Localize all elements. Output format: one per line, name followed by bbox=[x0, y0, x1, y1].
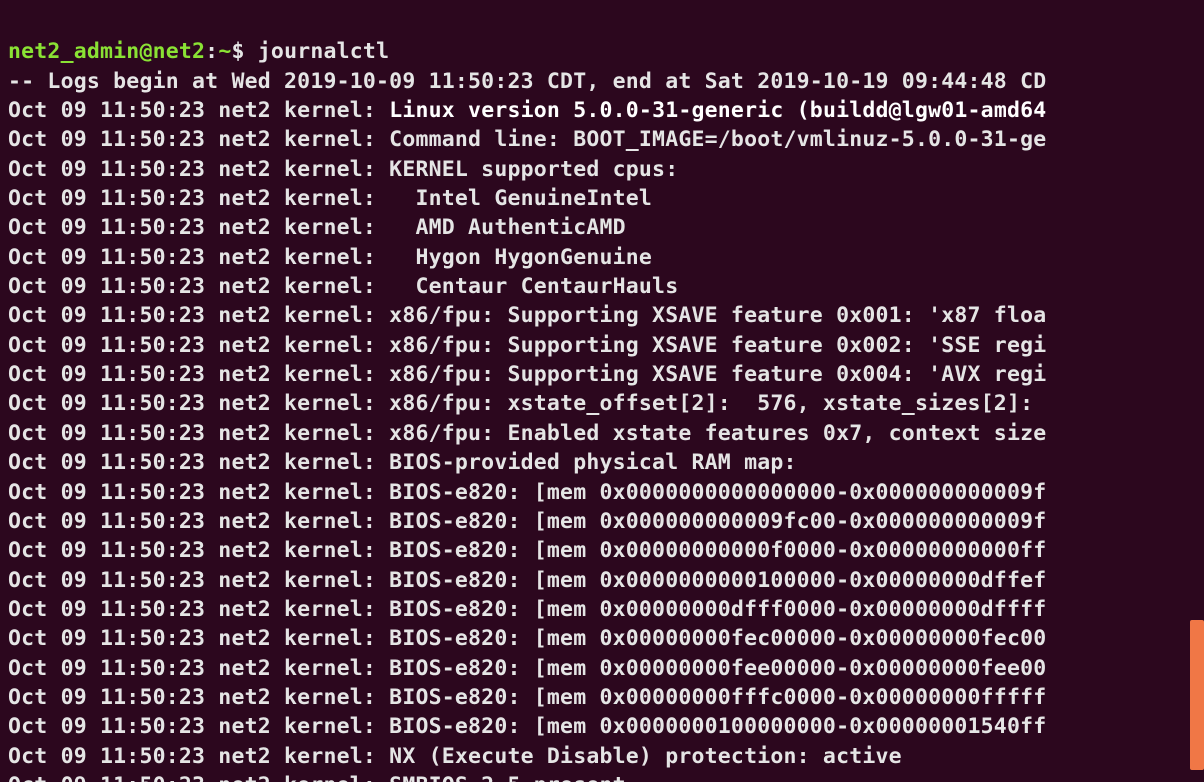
prompt-line: net2_admin@net2:~$ journalctl bbox=[8, 39, 389, 64]
log-line: Oct 09 11:50:23 net2 kernel: BIOS-e820: … bbox=[8, 509, 1046, 534]
prompt-separator: : bbox=[205, 39, 218, 64]
log-line: Oct 09 11:50:23 net2 kernel: BIOS-e820: … bbox=[8, 538, 1046, 563]
log-line: Oct 09 11:50:23 net2 kernel: Command lin… bbox=[8, 127, 1046, 152]
log-line: Oct 09 11:50:23 net2 kernel: BIOS-e820: … bbox=[8, 714, 1046, 739]
log-line: Oct 09 11:50:23 net2 kernel: x86/fpu: En… bbox=[8, 421, 1046, 446]
log-line: Oct 09 11:50:23 net2 kernel: BIOS-e820: … bbox=[8, 597, 1046, 622]
log-line: Oct 09 11:50:23 net2 kernel: Intel Genui… bbox=[8, 186, 652, 211]
log-line: Oct 09 11:50:23 net2 kernel: Hygon Hygon… bbox=[8, 245, 652, 270]
log-prefix: Oct 09 11:50:23 net2 kernel: bbox=[8, 98, 389, 123]
log-line: Oct 09 11:50:23 net2 kernel: x86/fpu: Su… bbox=[8, 333, 1046, 358]
scrollbar-track[interactable] bbox=[1190, 0, 1204, 782]
prompt-user-host: net2_admin@net2 bbox=[8, 39, 205, 64]
log-line: Oct 09 11:50:23 net2 kernel: BIOS-e820: … bbox=[8, 626, 1046, 651]
log-line: Oct 09 11:50:23 net2 kernel: x86/fpu: Su… bbox=[8, 303, 1046, 328]
log-line: Oct 09 11:50:23 net2 kernel: BIOS-e820: … bbox=[8, 480, 1046, 505]
log-line: Oct 09 11:50:23 net2 kernel: x86/fpu: xs… bbox=[8, 391, 1033, 416]
log-line: Oct 09 11:50:23 net2 kernel: Centaur Cen… bbox=[8, 274, 678, 299]
command-text: journalctl bbox=[258, 39, 389, 64]
log-line: Oct 09 11:50:23 net2 kernel: BIOS-provid… bbox=[8, 450, 797, 475]
terminal-output[interactable]: net2_admin@net2:~$ journalctl -- Logs be… bbox=[0, 0, 1204, 782]
log-line: Oct 09 11:50:23 net2 kernel: BIOS-e820: … bbox=[8, 656, 1046, 681]
log-line: Oct 09 11:50:23 net2 kernel: KERNEL supp… bbox=[8, 157, 678, 182]
log-line: Oct 09 11:50:23 net2 kernel: x86/fpu: Su… bbox=[8, 362, 1046, 387]
log-bold: Linux version 5.0.0-31-generic (buildd@l… bbox=[389, 98, 1046, 123]
scrollbar-thumb[interactable] bbox=[1190, 620, 1204, 770]
log-header: -- Logs begin at Wed 2019-10-09 11:50:23… bbox=[8, 69, 1046, 94]
log-line: Oct 09 11:50:23 net2 kernel: BIOS-e820: … bbox=[8, 685, 1046, 710]
log-line: Oct 09 11:50:23 net2 kernel: Linux versi… bbox=[8, 98, 1046, 123]
prompt-path: ~ bbox=[218, 39, 231, 64]
prompt-dollar: $ bbox=[231, 39, 257, 64]
log-line: Oct 09 11:50:23 net2 kernel: BIOS-e820: … bbox=[8, 568, 1046, 593]
log-line: Oct 09 11:50:23 net2 kernel: SMBIOS 2.5 … bbox=[8, 773, 639, 782]
log-line: Oct 09 11:50:23 net2 kernel: NX (Execute… bbox=[8, 744, 902, 769]
log-line: Oct 09 11:50:23 net2 kernel: AMD Authent… bbox=[8, 215, 626, 240]
